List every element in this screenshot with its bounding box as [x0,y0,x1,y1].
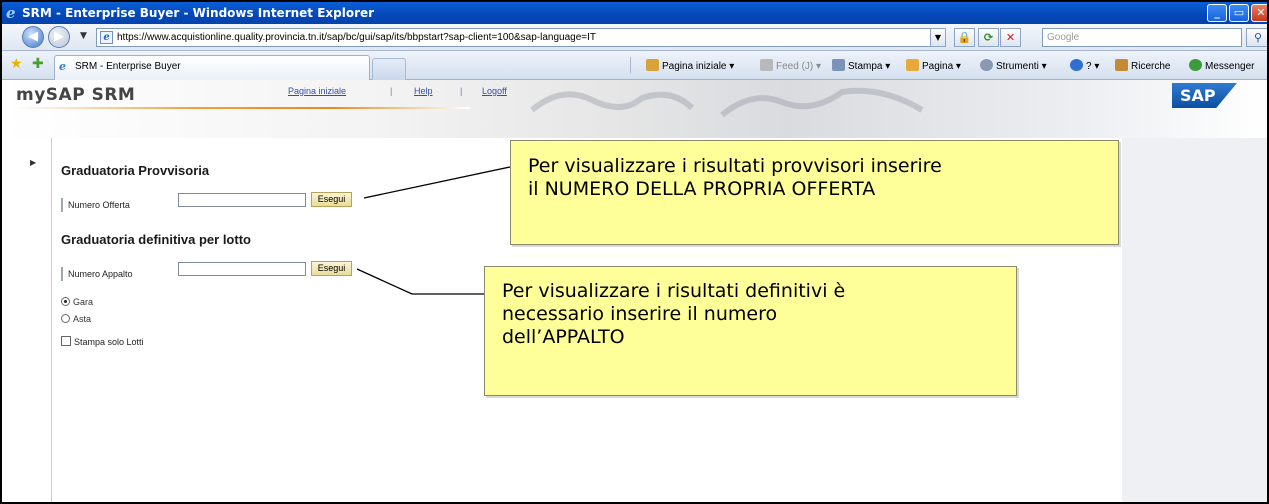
callout-definitive-line2: necessario inserire il numero [502,303,778,325]
callout-definitive: Per visualizzare i risultati definitivi … [484,266,1017,396]
search-input[interactable]: Google [1042,28,1242,47]
link-home[interactable]: Pagina iniziale [288,86,346,96]
feed-icon [760,59,773,71]
section-title-provisional: Graduatoria Provvisoria [61,163,210,178]
minimize-button[interactable]: _ [1207,4,1227,22]
page-menu[interactable]: Pagina ▾ [906,59,961,72]
stop-icon[interactable]: ✕ [1000,28,1021,47]
favorites-star-icon[interactable]: ★ [10,57,23,71]
add-favorite-icon[interactable]: ✚ [32,57,44,71]
lock-icon[interactable]: 🔒 [954,28,975,47]
orange-accent-line [14,107,469,109]
research-button[interactable]: Ricerche [1115,59,1170,72]
link-logoff[interactable]: Logoff [482,86,507,96]
print-lots-only-checkbox[interactable]: Stampa solo Lotti [61,336,144,348]
title-bar: e SRM - Enterprise Buyer - Windows Inter… [2,2,1267,24]
tab-srm[interactable]: e SRM - Enterprise Buyer [54,55,370,80]
sap-brand: mySAP SRM [16,85,136,105]
sap-logo: SAP [1172,83,1237,108]
recent-pages-dropdown-icon[interactable]: ▼ [80,31,87,41]
contract-number-input[interactable] [178,262,306,276]
radio-gara[interactable]: Gara [61,296,93,308]
home-icon [646,59,659,71]
refresh-icon[interactable]: ⟳ [978,28,999,47]
page-icon: e [100,31,113,44]
tab-label: SRM - Enterprise Buyer [75,61,181,72]
address-row: ◀ ▶ ▼ e https://www.acquistionline.quali… [2,24,1267,51]
close-button[interactable]: ✕ [1251,4,1267,22]
link-separator: | [390,86,393,96]
link-separator: | [460,86,463,96]
forward-button[interactable]: ▶ [48,26,70,48]
search-icon[interactable]: ⚲ [1246,28,1267,47]
feeds-button[interactable]: Feed (J) ▾ [760,59,821,72]
print-button[interactable]: Stampa ▾ [832,59,890,72]
world-map-decoration [530,87,924,118]
offer-number-label: Numero Offerta [61,198,130,212]
tools-menu[interactable]: Strumenti ▾ [980,59,1047,72]
back-button[interactable]: ◀ [22,26,44,48]
section-title-definitive: Graduatoria definitiva per lotto [61,232,251,247]
checkbox-icon [61,336,71,346]
execute-contract-button[interactable]: Esegui [311,261,352,276]
tab-ie-icon: e [59,60,66,73]
left-nav-collapsed: ▶ [2,138,52,502]
url-dropdown-icon[interactable]: ▼ [930,28,946,47]
help-icon [1070,59,1083,71]
page-icon [906,59,919,71]
window-title: SRM - Enterprise Buyer - Windows Interne… [22,6,375,20]
research-icon [1115,59,1128,71]
sap-header: mySAP SRM Pagina iniziale | Help | Logof… [2,80,1267,142]
browser-window: e SRM - Enterprise Buyer - Windows Inter… [0,0,1269,504]
command-row: ★ ✚ e SRM - Enterprise Buyer Pagina iniz… [2,51,1267,80]
messenger-icon [1189,59,1202,71]
callout-provisional: Per visualizzare i risultati provvisori … [510,140,1119,245]
radio-asta[interactable]: Asta [61,313,91,325]
callout-provisional-line2: il NUMERO DELLA PROPRIA OFFERTA [528,178,876,200]
offer-number-input[interactable] [178,193,306,207]
expand-arrow-icon[interactable]: ▶ [30,158,36,167]
printer-icon [832,59,845,71]
gear-icon [980,59,993,71]
contract-number-label: Numero Appalto [61,267,133,281]
callout-definitive-line1: Per visualizzare i risultati definitivi … [502,280,846,302]
link-help[interactable]: Help [414,86,433,96]
messenger-button[interactable]: Messenger [1189,59,1254,72]
maximize-button[interactable]: ▭ [1229,4,1249,22]
execute-offer-button[interactable]: Esegui [311,192,352,207]
separator [630,57,631,73]
new-tab-button[interactable] [372,58,406,80]
url-text: https://www.acquistionline.quality.provi… [117,32,596,43]
callout-definitive-line3: dell’APPALTO [502,326,625,348]
radio-empty-icon [61,314,70,323]
callout-provisional-line1: Per visualizzare i risultati provvisori … [528,155,942,177]
home-button[interactable]: Pagina iniziale ▾ [646,59,734,72]
help-menu[interactable]: ? ▾ [1070,59,1099,72]
url-field[interactable]: e https://www.acquistionline.quality.pro… [96,28,942,47]
ie-logo-icon: e [6,4,16,22]
right-panel [1122,138,1267,502]
radio-selected-icon [61,297,70,306]
